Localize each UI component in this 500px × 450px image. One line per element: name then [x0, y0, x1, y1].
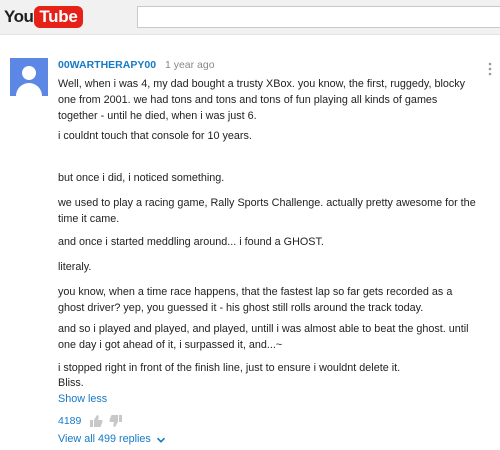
comment-paragraph: literaly. [58, 261, 92, 273]
comment-paragraph: we used to play a racing game, Rally Spo… [58, 197, 476, 225]
search-input[interactable] [137, 6, 500, 28]
avatar-icon [22, 66, 36, 80]
comment-paragraph: Well, when i was 4, my dad bought a trus… [58, 78, 466, 122]
comment-paragraph: but once i did, i noticed something. [58, 172, 225, 184]
view-all-replies-link[interactable]: View all 499 replies [58, 431, 166, 447]
comment-paragraph: i stopped right in front of the finish l… [58, 362, 401, 374]
comment-paragraph: and so i played and played, and played, … [58, 323, 469, 351]
more-vert-icon[interactable] [488, 62, 492, 76]
show-less-link[interactable]: Show less [58, 391, 107, 407]
youtube-logo[interactable]: You Tube [4, 6, 83, 28]
avatar[interactable] [10, 58, 48, 96]
comment-paragraph: and once i started meddling around... i … [58, 236, 324, 248]
like-count: 4189 [58, 415, 82, 427]
logo-text-tube: Tube [34, 6, 83, 28]
comment-paragraph: Bliss. [58, 377, 84, 389]
comment-actions: 4189 [58, 413, 129, 429]
logo-text-you: You [4, 7, 34, 26]
comment-author[interactable]: 00WARTHERAPY00 [58, 59, 156, 71]
comment-paragraph: i couldnt touch that console for 10 year… [58, 130, 252, 142]
thumb-up-icon[interactable] [89, 414, 103, 428]
top-bar: You Tube [0, 0, 500, 35]
view-all-replies-label: View all 499 replies [58, 433, 151, 445]
comment-timestamp[interactable]: 1 year ago [165, 59, 215, 71]
comment-paragraph: you know, when a time race happens, that… [58, 286, 453, 314]
comment-meta: 00WARTHERAPY00 1 year ago [58, 58, 478, 72]
thumb-down-icon[interactable] [109, 414, 123, 428]
comment-content: 00WARTHERAPY00 1 year ago Well, when i w… [58, 58, 478, 445]
chevron-down-icon [156, 434, 166, 444]
